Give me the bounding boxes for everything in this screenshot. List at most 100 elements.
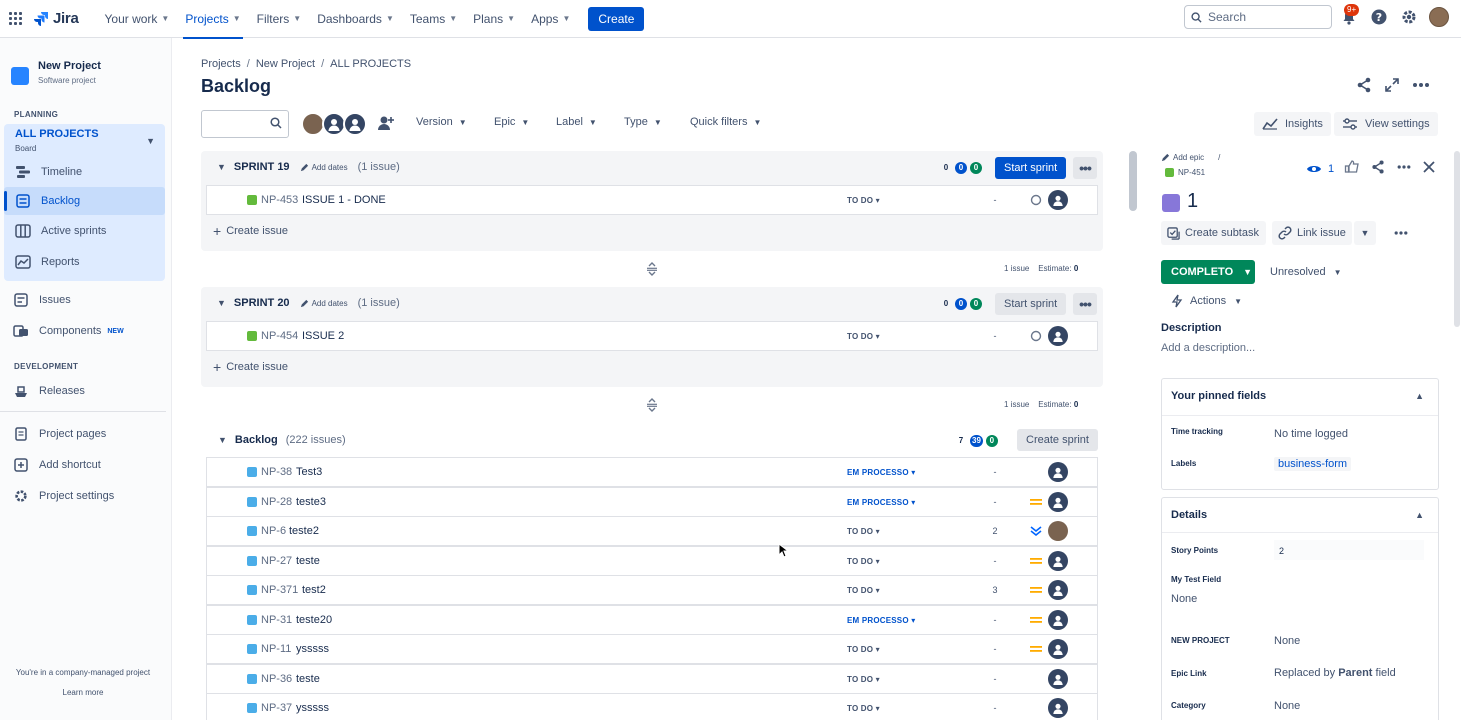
add-dates-button[interactable]: Add dates [300,299,348,308]
table-row[interactable]: NP-38 Test3 EM PROCESSO ▾ - [206,457,1098,487]
issue-type-icon[interactable] [1162,194,1180,212]
sidebar-item-project-settings[interactable]: Project settings [0,482,170,510]
sidebar-item-add-shortcut[interactable]: Add shortcut [0,451,170,479]
add-people-icon[interactable] [377,114,395,135]
learn-more-link[interactable]: Learn more [0,688,166,697]
issue-key[interactable]: NP-454 [261,330,298,342]
sprint-header[interactable]: ▼ SPRINT 19 Add dates (1 issue) [217,151,400,183]
nav-filters[interactable]: Filters ▼ [249,0,310,38]
issue-title[interactable]: 1 [1187,190,1198,213]
description-field[interactable]: Add a description... [1161,342,1255,354]
story-points-input[interactable]: 2 [1274,540,1424,560]
search-input[interactable]: Search [1184,5,1332,29]
chevron-up-icon[interactable]: ▲ [1415,510,1424,520]
assignee-avatar[interactable] [1048,521,1068,541]
issue-key[interactable]: NP-371 [261,584,298,596]
nav-dashboards[interactable]: Dashboards ▼ [309,0,402,38]
status-dropdown[interactable]: TO DO ▾ [847,586,880,595]
issue-key[interactable]: NP-453 [261,194,298,206]
label-tag[interactable]: business-form [1274,457,1352,471]
status-transition-button[interactable]: COMPLETO ▼ [1161,260,1255,284]
chevron-down-icon[interactable]: ▼ [218,435,227,445]
add-dates-button[interactable]: Add dates [300,163,348,172]
issue-key[interactable]: NP-11 [261,643,291,655]
avatar[interactable] [343,112,367,136]
details-heading[interactable]: Details [1171,509,1207,521]
nav-plans[interactable]: Plans ▼ [465,0,523,38]
insights-button[interactable]: Insights [1254,112,1331,136]
breadcrumb-board[interactable]: ALL PROJECTS [330,58,411,70]
sidebar-item-backlog[interactable]: Backlog [4,187,165,215]
assignee-avatar[interactable] [1048,669,1068,689]
nav-your-work[interactable]: Your work ▼ [97,0,178,38]
epic-filter[interactable]: Epic ▼ [494,116,529,128]
pinned-fields-heading[interactable]: Your pinned fields [1171,390,1266,402]
create-issue-button[interactable]: + Create issue [213,223,288,239]
status-dropdown[interactable]: TO DO ▾ [847,675,880,684]
link-issue-dropdown[interactable]: ▼ [1354,221,1376,245]
time-tracking-value[interactable]: No time logged [1274,428,1348,440]
table-row[interactable]: NP-36 teste TO DO ▾ - [206,664,1098,694]
create-subtask-button[interactable]: Create subtask [1161,221,1266,245]
version-filter[interactable]: Version ▼ [416,116,467,128]
more-options-icon[interactable] [1390,221,1412,245]
status-dropdown[interactable]: TO DO ▾ [847,704,880,713]
status-dropdown[interactable]: TO DO ▾ [847,645,880,654]
create-sprint-button[interactable]: Create sprint [1017,429,1098,451]
table-row[interactable]: NP-11 ysssss TO DO ▾ - [206,634,1098,664]
status-dropdown[interactable]: TO DO ▾ [847,196,880,205]
table-row[interactable]: NP-31 teste20 EM PROCESSO ▾ - [206,605,1098,635]
issue-key[interactable]: NP-36 [261,673,292,685]
new-project-field-value[interactable]: None [1274,635,1300,647]
my-test-field-value[interactable]: None [1171,593,1197,605]
resolution-dropdown[interactable]: Unresolved ▼ [1262,260,1352,284]
create-button[interactable]: Create [588,6,645,31]
issue-key[interactable]: NP-31 [261,614,292,626]
sprint-more-icon[interactable]: ••• [1073,293,1097,315]
start-sprint-button[interactable]: Start sprint [995,157,1067,179]
quick-filters[interactable]: Quick filters ▼ [690,116,761,128]
assignee-avatar[interactable] [1048,492,1068,512]
issue-key[interactable]: NP-28 [261,496,292,508]
drag-handle-icon[interactable] [646,398,658,415]
nav-teams[interactable]: Teams ▼ [402,0,465,38]
backlog-search-input[interactable] [201,110,289,138]
chevron-down-icon[interactable]: ▼ [217,162,226,172]
table-row[interactable]: NP-371 test2 TO DO ▾ 3 [206,575,1098,605]
sprint-more-icon[interactable]: ••• [1073,157,1097,179]
detail-scrollbar[interactable] [1454,151,1460,327]
sidebar-item-issues[interactable]: Issues [0,286,170,314]
assignee-avatar[interactable] [1048,462,1068,482]
like-icon[interactable] [1344,159,1360,178]
sidebar-item-timeline[interactable]: Timeline [4,158,165,186]
category-value[interactable]: None [1274,700,1300,712]
status-dropdown[interactable]: TO DO ▾ [847,557,880,566]
issue-key-link[interactable]: NP-451 [1165,168,1205,177]
table-row[interactable]: NP-28 teste3 EM PROCESSO ▾ - [206,487,1098,517]
create-issue-button[interactable]: + Create issue [213,359,288,375]
assignee-avatar[interactable] [1048,190,1068,210]
assignee-avatar[interactable] [1048,639,1068,659]
chevron-up-icon[interactable]: ▲ [1415,391,1424,401]
more-options-icon[interactable] [1411,76,1431,97]
table-row[interactable]: NP-6 teste2 TO DO ▾ 2 [206,516,1098,546]
start-sprint-button[interactable]: Start sprint [995,293,1067,315]
chevron-down-icon[interactable]: ▼ [146,136,155,146]
help-icon[interactable]: ? [1368,6,1390,28]
share-icon[interactable] [1355,76,1373,97]
view-settings-button[interactable]: View settings [1334,112,1438,136]
breadcrumb-projects[interactable]: Projects [201,58,241,70]
settings-gear-icon[interactable] [1398,6,1420,28]
issue-key[interactable]: NP-37 [261,702,292,714]
backlog-header[interactable]: ▼ Backlog (222 issues) [218,428,346,452]
status-dropdown[interactable]: EM PROCESSO ▾ [847,498,915,507]
table-row[interactable]: NP-453 ISSUE 1 - DONE TO DO ▾ - [206,185,1098,215]
profile-avatar[interactable] [1428,6,1450,28]
type-filter[interactable]: Type ▼ [624,116,662,128]
actions-button[interactable]: Actions ▼ [1166,289,1256,313]
sidebar-item-components[interactable]: Components NEW [0,317,170,345]
status-dropdown[interactable]: TO DO ▾ [847,527,880,536]
issue-key[interactable]: NP-6 [261,525,286,537]
sidebar-item-project-pages[interactable]: Project pages [0,420,170,448]
breadcrumb-project[interactable]: New Project [256,58,315,70]
